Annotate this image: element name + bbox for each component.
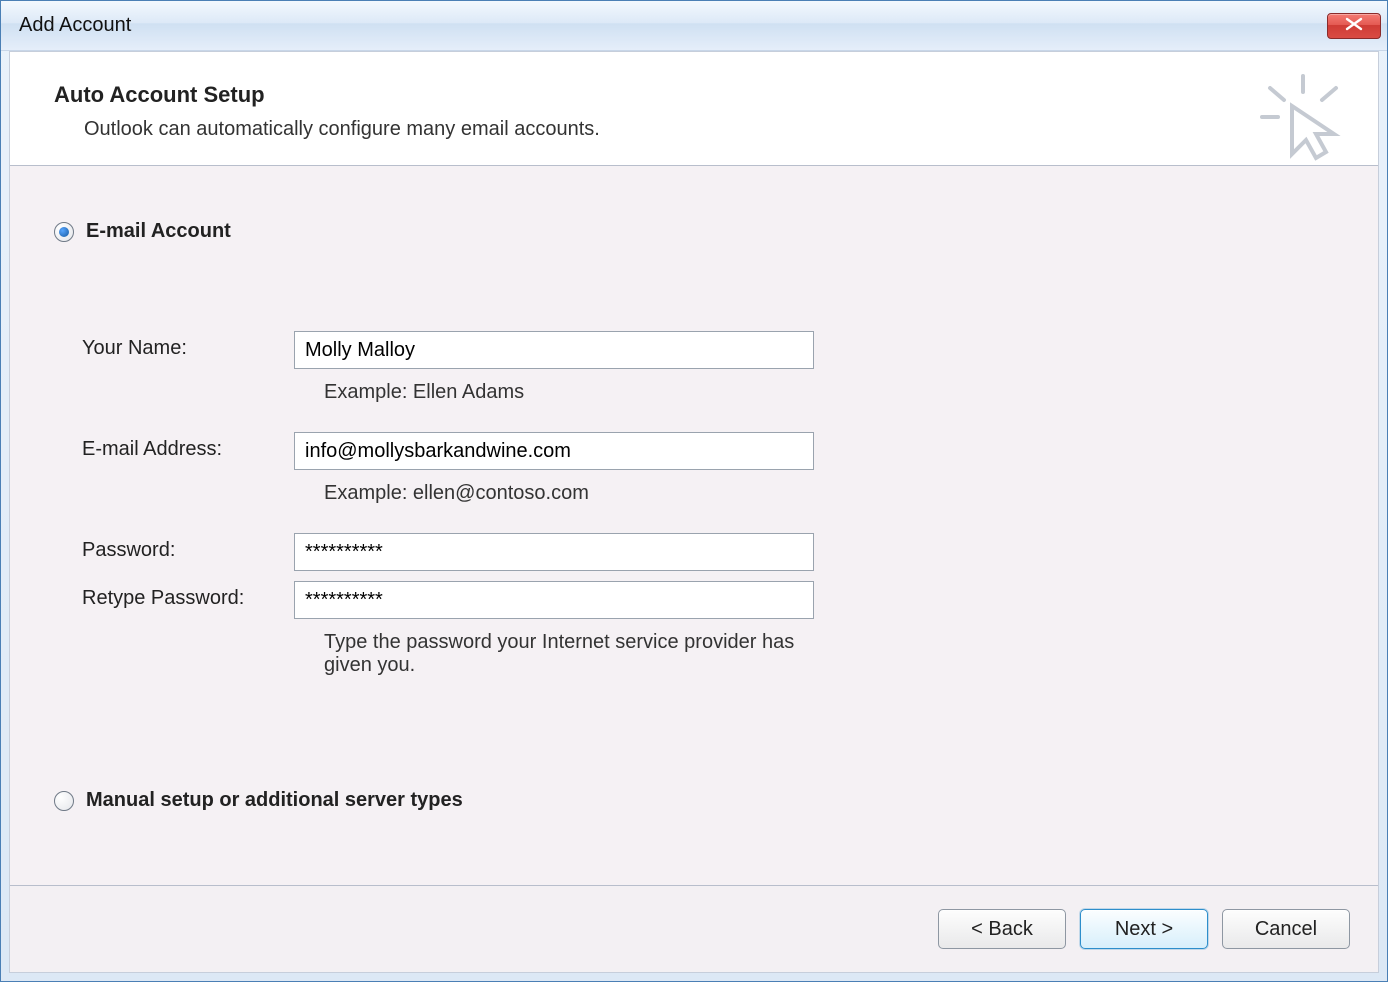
radio-manual[interactable]: [54, 791, 74, 811]
window-title: Add Account: [19, 14, 1327, 37]
radio-email-account-row[interactable]: E-mail Account: [54, 220, 1338, 243]
cursor-click-icon: [1258, 72, 1348, 162]
name-label: Your Name:: [82, 331, 292, 369]
password-label: Password:: [82, 533, 292, 571]
email-hint: Example: ellen@contoso.com: [294, 480, 814, 523]
titlebar: Add Account: [1, 1, 1387, 51]
header-pane: Auto Account Setup Outlook can automatic…: [10, 52, 1378, 166]
next-button[interactable]: Next >: [1080, 909, 1208, 949]
radio-email-account-label: E-mail Account: [86, 220, 231, 243]
password-hint: Type the password your Internet service …: [294, 629, 814, 677]
back-button[interactable]: < Back: [938, 909, 1066, 949]
header-title: Auto Account Setup: [54, 82, 1338, 108]
name-input[interactable]: [294, 331, 814, 369]
email-label: E-mail Address:: [82, 432, 292, 470]
radio-manual-label: Manual setup or additional server types: [86, 789, 463, 812]
retype-password-input[interactable]: [294, 581, 814, 619]
footer: < Back Next > Cancel: [10, 886, 1378, 972]
field-grid: Your Name: Example: Ellen Adams E-mail A…: [82, 331, 1338, 677]
name-hint: Example: Ellen Adams: [294, 379, 814, 422]
radio-email-account[interactable]: [54, 222, 74, 242]
header-subtitle: Outlook can automatically configure many…: [84, 118, 1338, 141]
close-icon: [1345, 14, 1363, 37]
cancel-button[interactable]: Cancel: [1222, 909, 1350, 949]
radio-manual-row[interactable]: Manual setup or additional server types: [54, 789, 1338, 812]
email-input[interactable]: [294, 432, 814, 470]
content-pane: E-mail Account Your Name: Example: Ellen…: [10, 166, 1378, 886]
dialog-body: Auto Account Setup Outlook can automatic…: [9, 51, 1379, 973]
retype-password-label: Retype Password:: [82, 581, 292, 619]
add-account-dialog: Add Account Auto Account Setup Outlook c…: [0, 0, 1388, 982]
close-button[interactable]: [1327, 13, 1381, 39]
password-input[interactable]: [294, 533, 814, 571]
